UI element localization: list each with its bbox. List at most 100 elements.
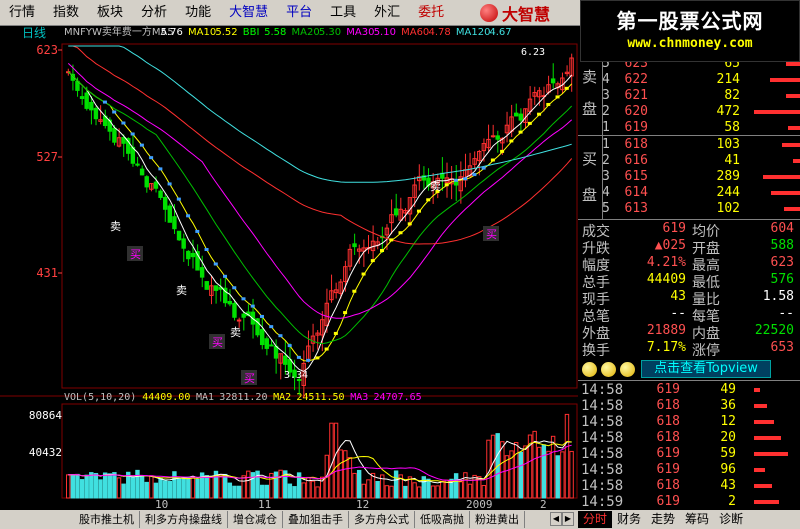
tick-volume: 20	[720, 430, 736, 445]
candle-body	[112, 127, 117, 143]
volume-bar	[412, 482, 417, 499]
sell-price: 620	[624, 104, 648, 119]
volume-bar	[79, 479, 85, 499]
volume-bar	[569, 450, 574, 499]
scroll-right-icon[interactable]: ▶	[562, 512, 574, 526]
sell-level-row[interactable]: 1 619 58	[578, 120, 800, 136]
buy-level-row[interactable]: 1 618 103	[578, 137, 800, 153]
trend-dot	[296, 355, 301, 359]
trend-dot	[176, 197, 181, 201]
volume-bar	[139, 475, 145, 499]
trend-dot	[149, 156, 154, 160]
sell-side-label-2: 盘	[582, 100, 598, 118]
tick-row: 14:58 618 43	[578, 478, 800, 494]
scroll-left-icon[interactable]: ◀	[550, 512, 562, 526]
volume-bar	[259, 484, 265, 499]
menu-item-2[interactable]: 板块	[88, 0, 132, 26]
panel-tab-0[interactable]: 分时	[578, 511, 613, 528]
formula-tab-4[interactable]: 多方舟公式	[349, 511, 415, 528]
trend-dot	[139, 143, 144, 147]
volume-bar	[564, 413, 570, 499]
volume-bar	[301, 482, 306, 499]
signal-3: 买	[212, 336, 223, 349]
buy-level-row[interactable]: 5 613 102	[578, 201, 800, 217]
menu-item-6[interactable]: 平台	[277, 0, 321, 26]
topview-button[interactable]: 点击查看Topview	[641, 360, 771, 378]
panel-tab-4[interactable]: 诊断	[714, 511, 748, 528]
tick-bar	[754, 452, 788, 456]
volume-bar	[246, 470, 251, 499]
volume-header-2: MA1	[196, 392, 214, 403]
buy-side-label-2: 盘	[582, 186, 598, 204]
volume-bar	[102, 472, 108, 499]
brand-logo[interactable]: 大智慧	[480, 0, 580, 26]
price-frame	[61, 43, 578, 389]
period-label[interactable]: 日线	[22, 26, 46, 40]
stat-value: 21889	[646, 323, 686, 338]
candle-body	[84, 92, 89, 109]
indicator-header-0: MNFYW卖年费一方MA5	[64, 26, 174, 38]
volume-bar	[181, 476, 186, 499]
low-label: 3.34	[284, 370, 308, 381]
candle-body	[352, 243, 357, 248]
trend-dot	[463, 177, 468, 181]
panel-tab-1[interactable]: 财务	[612, 511, 646, 528]
panel-tab-3[interactable]: 筹码	[680, 511, 714, 528]
buy-price: 614	[624, 185, 648, 200]
candle-body	[204, 281, 209, 290]
trend-dot	[389, 238, 394, 242]
buy-level-row[interactable]: 3 615 289	[578, 169, 800, 185]
brand-ball-icon	[480, 4, 498, 22]
buy-volume: 244	[716, 185, 740, 200]
indicator-header-5: 5.58	[264, 27, 286, 38]
menu-item-9[interactable]: 委托	[409, 0, 453, 26]
menu-item-4[interactable]: 功能	[176, 0, 220, 26]
volume-bar	[541, 444, 547, 499]
trend-dot	[259, 314, 264, 318]
menu-item-3[interactable]: 分析	[132, 0, 176, 26]
gold-circle-icon[interactable]	[601, 361, 616, 377]
candle-body	[269, 344, 274, 347]
stat-value: 623	[770, 255, 794, 270]
volume-bar	[112, 472, 117, 499]
stat-value: --	[778, 306, 794, 321]
candle-body	[273, 345, 279, 359]
volume-bar	[490, 434, 496, 499]
menu-item-1[interactable]: 指数	[44, 0, 88, 26]
trend-dot	[167, 182, 172, 186]
buy-level-row[interactable]: 2 616 41	[578, 153, 800, 169]
menu-item-8[interactable]: 外汇	[365, 0, 409, 26]
panel-tab-2[interactable]: 走势	[646, 511, 680, 528]
menu-item-0[interactable]: 行情	[0, 0, 44, 26]
menu-item-7[interactable]: 工具	[321, 0, 365, 26]
candle-body	[176, 230, 182, 241]
kline-chart-area[interactable]: 日线 MNFYW卖年费一方MA5 5.76 MA10 5.52 BBI 5.58 MA20 5.…	[0, 26, 578, 510]
volume-header-1: 44409.00	[142, 392, 190, 403]
formula-tab-0[interactable]: 股市推土机	[74, 511, 140, 528]
gold-circle-icon[interactable]	[582, 361, 597, 377]
volume-bar	[218, 474, 223, 499]
formula-tab-2[interactable]: 增仓减仓	[228, 511, 283, 528]
formula-tab-1[interactable]: 利多方舟操盘线	[140, 511, 228, 528]
sell-level-row[interactable]: 4 622 214	[578, 72, 800, 88]
volume-bar	[430, 485, 436, 499]
candle-body	[93, 107, 99, 120]
formula-tab-6[interactable]: 粉进黄出	[470, 511, 525, 528]
sell-level-row[interactable]: 2 620 472	[578, 104, 800, 120]
formula-tab-3[interactable]: 叠加狙击手	[283, 511, 349, 528]
menu-item-5[interactable]: 大智慧	[220, 0, 277, 26]
volume-bar	[209, 476, 214, 499]
tick-volume: 12	[720, 414, 736, 429]
sell-level-row[interactable]: 3 621 82	[578, 88, 800, 104]
volume-bar	[223, 473, 228, 499]
formula-tab-5[interactable]: 低吸高抛	[415, 511, 470, 528]
tick-row: 14:58 619 59	[578, 446, 800, 462]
buy-level-row[interactable]: 4 614 244	[578, 185, 800, 201]
volume-bar	[278, 469, 283, 499]
y-label-0: 623	[36, 43, 58, 57]
candle-body	[162, 196, 168, 210]
kline-chart-svg[interactable]: 日线 MNFYW卖年费一方MA55.76 MA10 5.52 BBI 5.58 MA20 5.…	[0, 26, 578, 510]
volume-bar	[435, 485, 440, 499]
gold-circle-icon[interactable]	[620, 361, 635, 377]
watermark-url: www.chnmoney.com	[627, 36, 753, 51]
